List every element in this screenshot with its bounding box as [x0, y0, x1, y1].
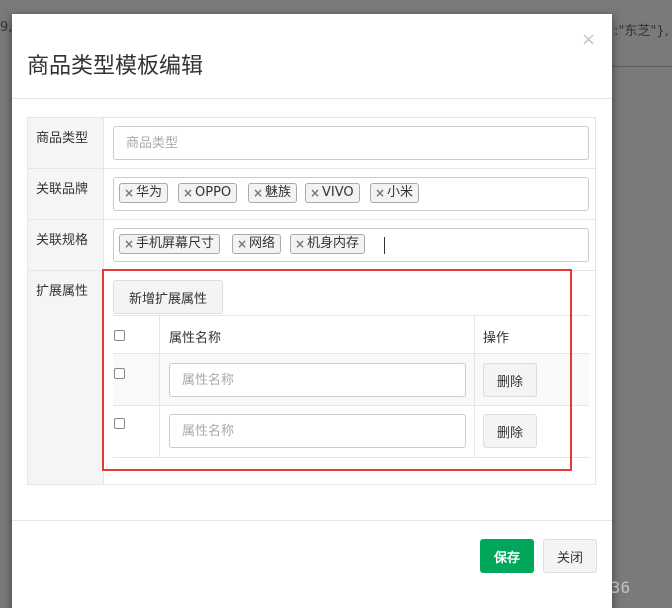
spec-label: 关联规格 — [36, 233, 89, 248]
ext-label: 扩展属性 — [36, 284, 89, 299]
remove-tag-icon[interactable]: × — [124, 184, 134, 202]
brand-tag: × 华为 — [119, 183, 169, 203]
spec-tag-label: 手机屏幕尺寸 — [136, 236, 215, 251]
spec-tag: × 网络 — [232, 234, 282, 254]
remove-tag-icon[interactable]: × — [237, 235, 247, 253]
column-header-action: 操作 — [483, 331, 510, 346]
remove-tag-icon[interactable]: × — [124, 235, 134, 253]
brand-label: 关联品牌 — [36, 182, 89, 197]
brand-row: 关联品牌 × 华为 × OPPO × 魅族 × VIVO × 小米 — [28, 169, 595, 220]
brand-tag: × VIVO — [305, 183, 360, 203]
spec-tag: × 手机屏幕尺寸 — [119, 234, 221, 254]
backdrop-text-right: :"东芝"}, — [614, 24, 669, 39]
table-row: 删除 — [113, 354, 589, 406]
spec-input-cell: × 手机屏幕尺寸 × 网络 × 机身内存 — [105, 220, 595, 270]
modal-header: 商品类型模板编辑 × — [12, 14, 612, 99]
ext-row: 扩展属性 新增扩展属性 属性名称 操作 属性名称 删除 属性名称 删除 — [28, 271, 595, 484]
spec-tag: × 机身内存 — [290, 234, 366, 254]
watermark-text: https://blog.csdn.net/qq1031893936 — [296, 578, 631, 597]
column-divider — [474, 354, 475, 406]
brand-input-cell: × 华为 × OPPO × 魅族 × VIVO × 小米 — [105, 169, 595, 219]
row-checkbox[interactable] — [114, 418, 125, 429]
brand-tag-input[interactable]: × 华为 × OPPO × 魅族 × VIVO × 小米 — [113, 177, 589, 211]
attribute-table-header: 属性名称 操作 — [113, 315, 589, 355]
brand-tag-label: OPPO — [195, 185, 232, 200]
brand-tag: × 小米 — [370, 183, 420, 203]
column-divider — [159, 406, 160, 458]
column-divider — [474, 316, 475, 355]
close-button[interactable]: 关闭 — [543, 539, 597, 573]
brand-tag-label: 小米 — [387, 185, 414, 200]
type-label-cell: 商品类型 — [28, 118, 104, 168]
modal-title: 商品类型模板编辑 — [27, 54, 204, 79]
table-row: 删除 — [113, 406, 589, 458]
add-attribute-button[interactable]: 新增扩展属性 — [113, 280, 223, 314]
ext-label-cell: 扩展属性 — [28, 271, 104, 484]
delete-button[interactable]: 删除 — [483, 414, 537, 448]
type-label: 商品类型 — [36, 131, 89, 146]
type-input[interactable] — [113, 126, 589, 160]
save-button[interactable]: 保存 — [480, 539, 534, 573]
attribute-table: 属性名称 操作 删除 — [113, 315, 589, 460]
select-all-checkbox[interactable] — [114, 330, 125, 341]
edit-modal: 商品类型模板编辑 × 商品类型 关联品牌 × 华为 — [12, 14, 612, 608]
attribute-name-input[interactable] — [169, 414, 466, 448]
type-input-cell — [105, 118, 595, 168]
remove-tag-icon[interactable]: × — [253, 184, 263, 202]
column-divider — [159, 354, 160, 406]
backdrop-divider — [612, 66, 672, 67]
spec-tag-input[interactable]: × 手机屏幕尺寸 × 网络 × 机身内存 — [113, 228, 589, 262]
remove-tag-icon[interactable]: × — [295, 235, 305, 253]
column-header-attr-name: 属性名称 — [169, 331, 222, 346]
remove-tag-icon[interactable]: × — [183, 184, 193, 202]
brand-tag: × 魅族 — [248, 183, 298, 203]
ext-content-cell: 新增扩展属性 属性名称 操作 属性名称 删除 属性名称 删除 — [105, 271, 595, 484]
brand-label-cell: 关联品牌 — [28, 169, 104, 219]
delete-button[interactable]: 删除 — [483, 363, 537, 397]
remove-tag-icon[interactable]: × — [375, 184, 385, 202]
spec-tag-label: 机身内存 — [307, 236, 360, 251]
brand-tag-label: 魅族 — [265, 185, 292, 200]
type-row: 商品类型 — [28, 118, 595, 169]
brand-tag-label: VIVO — [322, 185, 354, 200]
spec-tag-label: 网络 — [249, 236, 276, 251]
spec-row: 关联规格 × 手机屏幕尺寸 × 网络 × 机身内存 — [28, 220, 595, 271]
brand-tag: × OPPO — [178, 183, 238, 203]
brand-tag-label: 华为 — [136, 185, 163, 200]
attribute-name-input[interactable] — [169, 363, 466, 397]
form-table: 商品类型 关联品牌 × 华为 × OPPO — [27, 117, 596, 485]
remove-tag-icon[interactable]: × — [310, 184, 320, 202]
spec-label-cell: 关联规格 — [28, 220, 104, 270]
text-cursor — [384, 237, 385, 254]
row-checkbox[interactable] — [114, 368, 125, 379]
column-divider — [474, 406, 475, 458]
column-divider — [159, 316, 160, 355]
close-icon[interactable]: × — [581, 29, 596, 50]
